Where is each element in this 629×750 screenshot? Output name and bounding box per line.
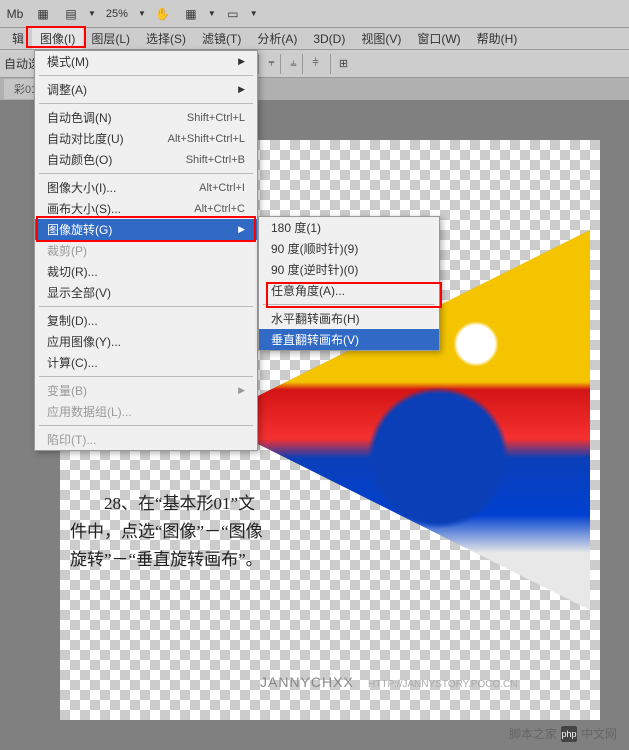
dropdown-arrow-icon[interactable]: ▼ bbox=[88, 9, 96, 18]
menu-duplicate-label: 复制(D)... bbox=[47, 312, 98, 329]
menu-apply-data-label: 应用数据组(L)... bbox=[47, 403, 132, 420]
view-icon[interactable]: ▤ bbox=[60, 4, 82, 24]
image-dropdown-menu: 模式(M) ▶ 调整(A) ▶ 自动色调(N) Shift+Ctrl+L 自动对比度(… bbox=[34, 50, 258, 451]
submenu-arrow-icon: ▶ bbox=[238, 224, 245, 235]
menu-3d[interactable]: 3D(D) bbox=[305, 30, 353, 48]
zoom-level[interactable]: 25% bbox=[102, 8, 132, 20]
menu-apply-image[interactable]: 应用图像(Y)... bbox=[35, 331, 257, 352]
shortcut-text: Alt+Ctrl+I bbox=[199, 182, 245, 194]
menu-select[interactable]: 选择(S) bbox=[138, 28, 194, 49]
submenu-flip-v-label: 垂直翻转画布(V) bbox=[271, 331, 359, 348]
submenu-180-label: 180 度(1) bbox=[271, 219, 321, 236]
menu-apply-data: 应用数据组(L)... bbox=[35, 401, 257, 422]
menu-image-size[interactable]: 图像大小(I)... Alt+Ctrl+I bbox=[35, 177, 257, 198]
menu-variables-label: 变量(B) bbox=[47, 382, 87, 399]
menu-separator bbox=[39, 103, 253, 104]
menu-crop: 裁剪(P) bbox=[35, 240, 257, 261]
menu-image-rotation[interactable]: 图像旋转(G) ▶ bbox=[35, 219, 257, 240]
menu-layer[interactable]: 图层(L) bbox=[83, 28, 138, 49]
submenu-90ccw[interactable]: 90 度(逆时针)(0) bbox=[259, 259, 439, 280]
menu-canvas-size[interactable]: 画布大小(S)... Alt+Ctrl+C bbox=[35, 198, 257, 219]
menu-crop-label: 裁剪(P) bbox=[47, 242, 87, 259]
submenu-90cw[interactable]: 90 度(顺时针)(9) bbox=[259, 238, 439, 259]
menu-mode-label: 模式(M) bbox=[47, 53, 89, 70]
menu-auto-color[interactable]: 自动颜色(O) Shift+Ctrl+B bbox=[35, 149, 257, 170]
menu-image-rotation-label: 图像旋转(G) bbox=[47, 221, 112, 238]
site2-text: 中文网 bbox=[581, 725, 617, 742]
menu-separator bbox=[263, 304, 435, 305]
screen-icon[interactable]: ▭ bbox=[222, 4, 244, 24]
submenu-flip-v[interactable]: 垂直翻转画布(V) bbox=[259, 329, 439, 350]
menu-calculations[interactable]: 计算(C)... bbox=[35, 352, 257, 373]
shortcut-text: Alt+Ctrl+C bbox=[194, 203, 245, 215]
menu-adjustments-label: 调整(A) bbox=[47, 81, 87, 98]
menu-variables: 变量(B) ▶ bbox=[35, 380, 257, 401]
menu-separator bbox=[39, 75, 253, 76]
menu-separator bbox=[39, 306, 253, 307]
menu-image-size-label: 图像大小(I)... bbox=[47, 179, 116, 196]
menu-auto-tone-label: 自动色调(N) bbox=[47, 109, 112, 126]
menu-calculations-label: 计算(C)... bbox=[47, 354, 98, 371]
submenu-flip-h[interactable]: 水平翻转画布(H) bbox=[259, 308, 439, 329]
menu-auto-contrast-label: 自动对比度(U) bbox=[47, 130, 124, 147]
menu-canvas-size-label: 画布大小(S)... bbox=[47, 200, 121, 217]
hand-icon[interactable]: ✋ bbox=[152, 4, 174, 24]
rotation-submenu: 180 度(1) 90 度(顺时针)(9) 90 度(逆时针)(0) 任意角度(… bbox=[258, 216, 440, 351]
zoom-dropdown-icon[interactable]: ▼ bbox=[138, 9, 146, 18]
watermark-author: JANNYCHXX bbox=[260, 674, 354, 690]
menu-trim-label: 裁切(R)... bbox=[47, 263, 98, 280]
menu-help[interactable]: 帮助(H) bbox=[469, 28, 526, 49]
menu-mode[interactable]: 模式(M) ▶ bbox=[35, 51, 257, 72]
top-toolbar: Mb ▦ ▤ ▼ 25% ▼ ✋ ▦ ▼ ▭ ▼ bbox=[0, 0, 629, 28]
distribute-bot-icon[interactable]: ⫩ bbox=[302, 54, 322, 74]
menu-trap-label: 陷印(T)... bbox=[47, 431, 96, 448]
shortcut-text: Shift+Ctrl+B bbox=[186, 154, 245, 166]
php-icon: php bbox=[561, 726, 577, 742]
file-icon[interactable]: Mb bbox=[4, 4, 26, 24]
submenu-arrow-icon: ▶ bbox=[238, 385, 245, 396]
menu-view[interactable]: 视图(V) bbox=[353, 28, 409, 49]
submenu-90ccw-label: 90 度(逆时针)(0) bbox=[271, 261, 358, 278]
distribute-top-icon[interactable]: ⫧ bbox=[258, 54, 278, 74]
watermark-bottom: 脚本之家 php 中文网 bbox=[509, 725, 617, 742]
menu-reveal-all-label: 显示全部(V) bbox=[47, 284, 111, 301]
submenu-arbitrary-label: 任意角度(A)... bbox=[271, 282, 345, 299]
menu-adjustments[interactable]: 调整(A) ▶ bbox=[35, 79, 257, 100]
screen-dropdown-icon[interactable]: ▼ bbox=[250, 9, 258, 18]
menu-analysis[interactable]: 分析(A) bbox=[249, 28, 305, 49]
menu-auto-tone[interactable]: 自动色调(N) Shift+Ctrl+L bbox=[35, 107, 257, 128]
menu-image[interactable]: 图像(I) bbox=[32, 28, 83, 49]
menu-separator bbox=[39, 376, 253, 377]
grid-dropdown-icon[interactable]: ▼ bbox=[208, 9, 216, 18]
menu-auto-contrast[interactable]: 自动对比度(U) Alt+Shift+Ctrl+L bbox=[35, 128, 257, 149]
watermark-url: HTTP://JANNYSTORY.POCO.CN bbox=[368, 679, 517, 690]
instruction-text: 28、在“基本形01”文件中，点选“图像”－“图像旋转”－“垂直旋转画布”。 bbox=[70, 490, 270, 574]
menu-reveal-all[interactable]: 显示全部(V) bbox=[35, 282, 257, 303]
shortcut-text: Shift+Ctrl+L bbox=[187, 112, 245, 124]
shortcut-text: Alt+Shift+Ctrl+L bbox=[168, 133, 245, 145]
menu-filter[interactable]: 滤镜(T) bbox=[194, 28, 249, 49]
menu-edit[interactable]: 辑 bbox=[4, 28, 32, 49]
menu-separator bbox=[39, 425, 253, 426]
submenu-arrow-icon: ▶ bbox=[238, 56, 245, 67]
menu-window[interactable]: 窗口(W) bbox=[409, 28, 468, 49]
auto-align-icon[interactable]: ⊞ bbox=[330, 54, 350, 74]
menu-trim[interactable]: 裁切(R)... bbox=[35, 261, 257, 282]
menu-separator bbox=[39, 173, 253, 174]
site1-text: 脚本之家 bbox=[509, 725, 557, 742]
menu-duplicate[interactable]: 复制(D)... bbox=[35, 310, 257, 331]
bridge-icon[interactable]: ▦ bbox=[32, 4, 54, 24]
menu-auto-color-label: 自动颜色(O) bbox=[47, 151, 112, 168]
menu-apply-image-label: 应用图像(Y)... bbox=[47, 333, 121, 350]
distribute-mid-icon[interactable]: ⫨ bbox=[280, 54, 300, 74]
grid-icon[interactable]: ▦ bbox=[180, 4, 202, 24]
submenu-arrow-icon: ▶ bbox=[238, 84, 245, 95]
submenu-arbitrary[interactable]: 任意角度(A)... bbox=[259, 280, 439, 301]
menu-trap: 陷印(T)... bbox=[35, 429, 257, 450]
menubar: 辑 图像(I) 图层(L) 选择(S) 滤镜(T) 分析(A) 3D(D) 视图… bbox=[0, 28, 629, 50]
submenu-90cw-label: 90 度(顺时针)(9) bbox=[271, 240, 358, 257]
submenu-flip-h-label: 水平翻转画布(H) bbox=[271, 310, 360, 327]
submenu-180[interactable]: 180 度(1) bbox=[259, 217, 439, 238]
